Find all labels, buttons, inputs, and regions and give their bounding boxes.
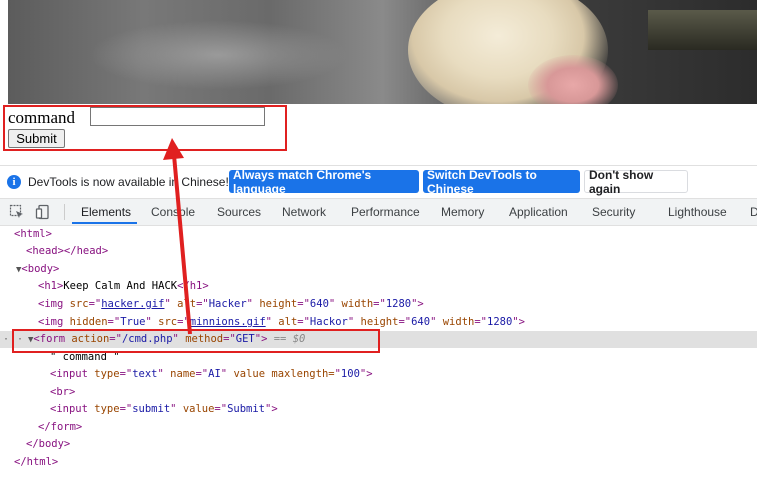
- annotation-arrow: [163, 138, 192, 335]
